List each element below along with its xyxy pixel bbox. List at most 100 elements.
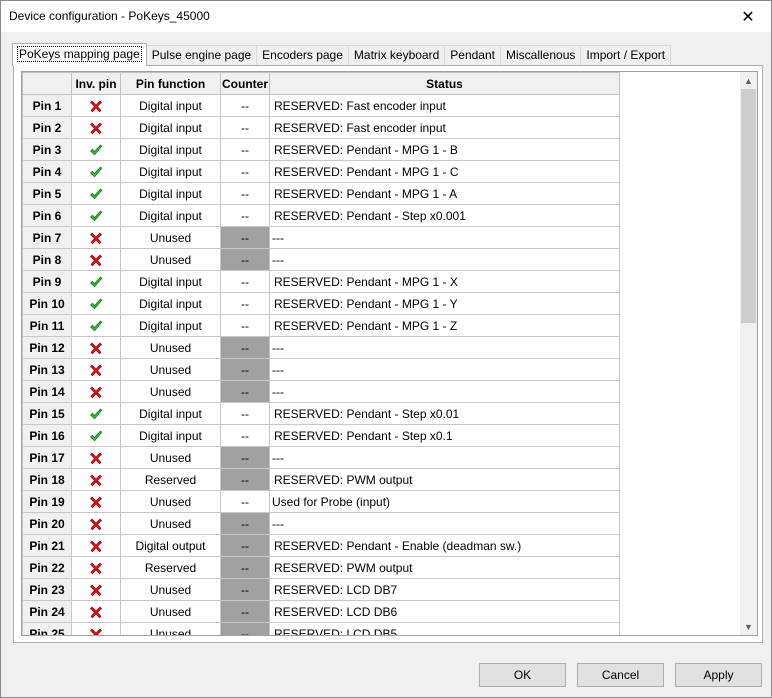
inv-pin-cell[interactable] bbox=[71, 270, 121, 293]
row-header-pin[interactable]: Pin 21 bbox=[22, 534, 72, 557]
row-header-pin[interactable]: Pin 11 bbox=[22, 314, 72, 337]
counter-cell[interactable]: -- bbox=[220, 292, 270, 315]
counter-cell[interactable]: -- bbox=[220, 116, 270, 139]
pin-function-cell[interactable]: Digital input bbox=[120, 94, 221, 117]
table-row[interactable]: Pin 25 Unused -- RESERVED: LCD DB5 bbox=[22, 622, 620, 635]
column-header-counter[interactable]: Counter bbox=[220, 72, 270, 95]
counter-cell[interactable]: -- bbox=[220, 424, 270, 447]
row-header-pin[interactable]: Pin 25 bbox=[22, 622, 72, 635]
table-row[interactable]: Pin 14 Unused -- --- bbox=[22, 380, 620, 403]
pin-function-cell[interactable]: Unused bbox=[120, 248, 221, 271]
pin-function-cell[interactable]: Unused bbox=[120, 622, 221, 635]
table-row[interactable]: Pin 13 Unused -- --- bbox=[22, 358, 620, 381]
inv-pin-cell[interactable] bbox=[71, 314, 121, 337]
inv-pin-cell[interactable] bbox=[71, 402, 121, 425]
pin-function-cell[interactable]: Unused bbox=[120, 336, 221, 359]
row-header-pin[interactable]: Pin 12 bbox=[22, 336, 72, 359]
inv-pin-cell[interactable] bbox=[71, 116, 121, 139]
inv-pin-cell[interactable] bbox=[71, 578, 121, 601]
table-row[interactable]: Pin 9 Digital input -- RESERVED: Pendant - … bbox=[22, 270, 620, 293]
tab-pendant[interactable]: Pendant bbox=[444, 45, 501, 66]
pin-mapping-grid[interactable]: Inv. pin Pin function Counter Status Pin… bbox=[21, 71, 758, 636]
table-row[interactable]: Pin 2 Digital input -- RESERVED: Fast encod… bbox=[22, 116, 620, 139]
table-row[interactable]: Pin 3 Digital input -- RESERVED: Pendant - … bbox=[22, 138, 620, 161]
column-header-inv-pin[interactable]: Inv. pin bbox=[71, 72, 121, 95]
cancel-button[interactable]: Cancel bbox=[577, 663, 664, 687]
tab-matrix-keyboard[interactable]: Matrix keyboard bbox=[347, 45, 446, 66]
inv-pin-cell[interactable] bbox=[71, 534, 121, 557]
inv-pin-cell[interactable] bbox=[71, 182, 121, 205]
inv-pin-cell[interactable] bbox=[71, 226, 121, 249]
table-row[interactable]: Pin 7 Unused -- --- bbox=[22, 226, 620, 249]
row-header-pin[interactable]: Pin 22 bbox=[22, 556, 72, 579]
table-row[interactable]: Pin 1 Digital input -- RESERVED: Fast encod… bbox=[22, 94, 620, 117]
inv-pin-cell[interactable] bbox=[71, 446, 121, 469]
table-row[interactable]: Pin 4 Digital input -- RESERVED: Pendant - … bbox=[22, 160, 620, 183]
row-header-pin[interactable]: Pin 15 bbox=[22, 402, 72, 425]
row-header-pin[interactable]: Pin 20 bbox=[22, 512, 72, 535]
scroll-up-arrow-icon[interactable]: ▲ bbox=[740, 72, 757, 89]
counter-cell[interactable]: -- bbox=[220, 160, 270, 183]
pin-function-cell[interactable]: Unused bbox=[120, 380, 221, 403]
pin-function-cell[interactable]: Reserved bbox=[120, 556, 221, 579]
row-header-pin[interactable]: Pin 19 bbox=[22, 490, 72, 513]
pin-function-cell[interactable]: Digital input bbox=[120, 182, 221, 205]
row-header-pin[interactable]: Pin 13 bbox=[22, 358, 72, 381]
row-header-pin[interactable]: Pin 6 bbox=[22, 204, 72, 227]
scroll-thumb[interactable] bbox=[741, 89, 756, 323]
inv-pin-cell[interactable] bbox=[71, 204, 121, 227]
table-row[interactable]: Pin 6 Digital input -- RESERVED: Pendant - … bbox=[22, 204, 620, 227]
pin-function-cell[interactable]: Digital input bbox=[120, 204, 221, 227]
table-row[interactable]: Pin 10 Digital input -- RESERVED: Pendant -… bbox=[22, 292, 620, 315]
tab-import-export[interactable]: Import / Export bbox=[580, 45, 672, 66]
inv-pin-cell[interactable] bbox=[71, 512, 121, 535]
row-header-pin[interactable]: Pin 5 bbox=[22, 182, 72, 205]
tab-encoders-page[interactable]: Encoders page bbox=[256, 45, 349, 66]
inv-pin-cell[interactable] bbox=[71, 358, 121, 381]
row-header-pin[interactable]: Pin 8 bbox=[22, 248, 72, 271]
row-header-pin[interactable]: Pin 14 bbox=[22, 380, 72, 403]
counter-cell[interactable]: -- bbox=[220, 490, 270, 513]
counter-cell[interactable]: -- bbox=[220, 270, 270, 293]
counter-cell[interactable]: -- bbox=[220, 138, 270, 161]
pin-function-cell[interactable]: Digital output bbox=[120, 534, 221, 557]
table-row[interactable]: Pin 20 Unused -- --- bbox=[22, 512, 620, 535]
row-header-pin[interactable]: Pin 3 bbox=[22, 138, 72, 161]
inv-pin-cell[interactable] bbox=[71, 292, 121, 315]
scroll-down-arrow-icon[interactable]: ▼ bbox=[740, 618, 757, 635]
counter-cell[interactable]: -- bbox=[220, 402, 270, 425]
row-header-pin[interactable]: Pin 4 bbox=[22, 160, 72, 183]
counter-cell[interactable]: -- bbox=[220, 204, 270, 227]
pin-function-cell[interactable]: Unused bbox=[120, 490, 221, 513]
inv-pin-cell[interactable] bbox=[71, 490, 121, 513]
pin-function-cell[interactable]: Digital input bbox=[120, 138, 221, 161]
counter-cell[interactable]: -- bbox=[220, 314, 270, 337]
inv-pin-cell[interactable] bbox=[71, 138, 121, 161]
pin-function-cell[interactable]: Digital input bbox=[120, 314, 221, 337]
tab-miscallenous[interactable]: Miscallenous bbox=[500, 45, 582, 66]
row-header-pin[interactable]: Pin 10 bbox=[22, 292, 72, 315]
pin-function-cell[interactable]: Digital input bbox=[120, 160, 221, 183]
pin-function-cell[interactable]: Unused bbox=[120, 358, 221, 381]
table-row[interactable]: Pin 18 Reserved -- RESERVED: PWM output bbox=[22, 468, 620, 491]
inv-pin-cell[interactable] bbox=[71, 622, 121, 635]
pin-function-cell[interactable]: Unused bbox=[120, 226, 221, 249]
table-row[interactable]: Pin 8 Unused -- --- bbox=[22, 248, 620, 271]
column-header-status[interactable]: Status bbox=[269, 72, 620, 95]
pin-function-cell[interactable]: Unused bbox=[120, 578, 221, 601]
inv-pin-cell[interactable] bbox=[71, 94, 121, 117]
inv-pin-cell[interactable] bbox=[71, 336, 121, 359]
pin-function-cell[interactable]: Unused bbox=[120, 512, 221, 535]
pin-function-cell[interactable]: Unused bbox=[120, 446, 221, 469]
table-row[interactable]: Pin 11 Digital input -- RESERVED: Pendant -… bbox=[22, 314, 620, 337]
row-header-pin[interactable]: Pin 18 bbox=[22, 468, 72, 491]
pin-function-cell[interactable]: Digital input bbox=[120, 292, 221, 315]
table-row[interactable]: Pin 22 Reserved -- RESERVED: PWM output bbox=[22, 556, 620, 579]
tab-pokeys-mapping-page[interactable]: PoKeys mapping page bbox=[12, 43, 147, 66]
row-header-pin[interactable]: Pin 7 bbox=[22, 226, 72, 249]
row-header-pin[interactable]: Pin 16 bbox=[22, 424, 72, 447]
table-row[interactable]: Pin 19 Unused -- Used for Probe (input) bbox=[22, 490, 620, 513]
counter-cell[interactable]: -- bbox=[220, 94, 270, 117]
pin-function-cell[interactable]: Unused bbox=[120, 600, 221, 623]
inv-pin-cell[interactable] bbox=[71, 600, 121, 623]
